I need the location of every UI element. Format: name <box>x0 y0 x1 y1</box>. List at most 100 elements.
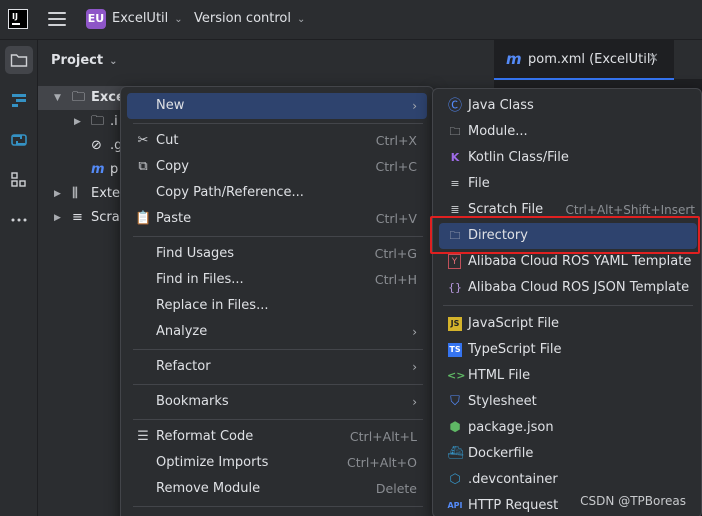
folder-icon: 🗀 <box>449 229 461 242</box>
tree-row-label: .i <box>110 114 118 129</box>
submenu-item-label: HTTP Request <box>468 498 559 513</box>
project-tool-button[interactable] <box>5 46 33 74</box>
ignore-icon: ⊘ <box>91 138 102 153</box>
collapse-triangle-icon[interactable]: ▶ <box>74 110 81 134</box>
intellij-logo-icon: IJ <box>8 9 28 29</box>
folder-icon: 🗀 <box>91 114 105 129</box>
menu-separator <box>133 123 423 124</box>
menu-item-copy[interactable]: ⧉ Copy Ctrl+C <box>127 154 427 180</box>
menu-item-shortcut: Ctrl+C <box>375 159 417 174</box>
submenu-item-label: .devcontainer <box>468 472 558 487</box>
submenu-item-label: Scratch File <box>468 202 544 217</box>
services-tool-button[interactable] <box>5 126 33 154</box>
submenu-item-html[interactable]: <> HTML File <box>439 363 697 389</box>
context-menu: New › ✂ Cut Ctrl+X ⧉ Copy Ctrl+C Copy Pa… <box>120 86 434 516</box>
project-badge[interactable]: EU <box>86 9 106 29</box>
submenu-item-javascript[interactable]: JS JavaScript File <box>439 311 697 337</box>
css-icon: ⛉ <box>450 394 460 409</box>
json-icon: {} <box>448 281 462 294</box>
version-control-menu[interactable]: Version control ⌄ <box>194 11 305 26</box>
menu-item-refactor[interactable]: Refactor › <box>127 354 427 380</box>
java-class-icon: Ⓒ <box>448 98 462 114</box>
menu-item-remove-module[interactable]: Remove Module Delete <box>127 476 427 502</box>
submenu-item-module[interactable]: 🗀 Module... <box>439 119 697 145</box>
plugins-tool-button[interactable] <box>5 166 33 194</box>
menu-item-reformat-code[interactable]: ☰ Reformat Code Ctrl+Alt+L <box>127 424 427 450</box>
menu-item-copy-path[interactable]: Copy Path/Reference... <box>127 180 427 206</box>
collapse-triangle-icon[interactable]: ▶ <box>54 206 61 230</box>
services-icon <box>11 134 27 146</box>
tab-pom-xml[interactable]: m pom.xml (ExcelUtil) ✕ <box>494 40 674 80</box>
menu-item-find-in-files[interactable]: Find in Files... Ctrl+H <box>127 267 427 293</box>
title-bar: IJ EU ExcelUtil ⌄ Version control ⌄ <box>0 0 702 40</box>
chevron-down-icon: ⌄ <box>174 14 183 25</box>
submenu-item-typescript[interactable]: TS TypeScript File <box>439 337 697 363</box>
menu-item-optimize-imports[interactable]: Optimize Imports Ctrl+Alt+O <box>127 450 427 476</box>
chevron-down-icon: ⌄ <box>297 14 306 25</box>
project-switcher[interactable]: ExcelUtil ⌄ <box>112 11 183 26</box>
project-name: ExcelUtil <box>112 11 169 26</box>
submenu-item-ros-yaml[interactable]: Y Alibaba Cloud ROS YAML Template <box>439 249 697 275</box>
menu-separator <box>133 506 423 507</box>
submenu-item-scratch-file[interactable]: ≣ Scratch File Ctrl+Alt+Shift+Insert <box>439 197 697 223</box>
submenu-item-label: Stylesheet <box>468 394 537 409</box>
close-icon[interactable]: ✕ <box>648 51 659 66</box>
tree-row-label: p <box>110 162 119 177</box>
submenu-item-ros-json[interactable]: {} Alibaba Cloud ROS JSON Template <box>439 275 697 301</box>
submenu-item-label: Java Class <box>468 98 534 113</box>
chevron-down-icon: ⌄ <box>109 56 118 67</box>
menu-item-shortcut: Ctrl+V <box>375 211 417 226</box>
menu-separator <box>443 305 693 306</box>
menu-item-analyze[interactable]: Analyze › <box>127 319 427 345</box>
main-menu-icon[interactable] <box>48 12 66 26</box>
submenu-item-file[interactable]: ≡ File <box>439 171 697 197</box>
menu-separator <box>133 384 423 385</box>
submenu-item-label: Directory <box>468 228 528 243</box>
menu-item-label: Reformat Code <box>156 429 254 444</box>
menu-item-label: Find Usages <box>156 246 235 261</box>
html-icon: <> <box>447 369 466 382</box>
project-panel-title[interactable]: Project ⌄ <box>51 53 117 68</box>
new-submenu: Ⓒ Java Class 🗀 Module... K Kotlin Class/… <box>432 88 702 516</box>
submenu-item-label: Kotlin Class/File <box>468 150 569 165</box>
devcontainer-icon: ⬡ <box>449 472 461 487</box>
reformat-icon: ☰ <box>137 429 149 444</box>
menu-item-new[interactable]: New › <box>127 93 427 119</box>
maven-icon: m <box>506 50 522 68</box>
menu-item-cut[interactable]: ✂ Cut Ctrl+X <box>127 128 427 154</box>
menu-item-label: Copy <box>156 159 189 174</box>
clipboard-icon: 📋 <box>135 211 152 226</box>
menu-item-label: Replace in Files... <box>156 298 269 313</box>
folder-icon <box>10 54 28 67</box>
submenu-item-shortcut: Ctrl+Alt+Shift+Insert <box>565 203 695 217</box>
menu-item-bookmarks[interactable]: Bookmarks › <box>127 389 427 415</box>
structure-tool-button[interactable] <box>5 86 33 114</box>
menu-item-label: Remove Module <box>156 481 261 496</box>
menu-item-find-usages[interactable]: Find Usages Ctrl+G <box>127 241 427 267</box>
chevron-right-icon: › <box>412 360 417 374</box>
collapse-triangle-icon[interactable]: ▶ <box>54 182 61 206</box>
submenu-item-dockerfile[interactable]: ⛴ Dockerfile <box>439 441 697 467</box>
submenu-item-label: Alibaba Cloud ROS YAML Template <box>468 254 692 269</box>
menu-item-replace-in-files[interactable]: Replace in Files... <box>127 293 427 319</box>
docker-icon: ⛴ <box>447 446 464 461</box>
menu-item-paste[interactable]: 📋 Paste Ctrl+V <box>127 206 427 232</box>
menu-item-label: Paste <box>156 211 192 226</box>
scratch-file-icon: ≣ <box>450 203 460 216</box>
more-tools-button[interactable] <box>5 206 33 234</box>
submenu-item-stylesheet[interactable]: ⛉ Stylesheet <box>439 389 697 415</box>
submenu-item-devcontainer[interactable]: ⬡ .devcontainer <box>439 467 697 493</box>
menu-item-label: Cut <box>156 133 179 148</box>
menu-item-label: New <box>156 98 185 113</box>
submenu-item-package-json[interactable]: ⬢ package.json <box>439 415 697 441</box>
expand-triangle-icon[interactable]: ▼ <box>54 86 61 110</box>
menu-item-shortcut: Ctrl+Alt+O <box>347 455 417 470</box>
submenu-item-directory[interactable]: 🗀 Directory <box>439 223 697 249</box>
submenu-item-kotlin[interactable]: K Kotlin Class/File <box>439 145 697 171</box>
file-icon: ≡ <box>450 177 460 190</box>
menu-item-label: Optimize Imports <box>156 455 269 470</box>
submenu-item-label: TypeScript File <box>468 342 562 357</box>
nodejs-icon: ⬢ <box>449 420 461 435</box>
kotlin-icon: K <box>450 151 460 164</box>
submenu-item-java-class[interactable]: Ⓒ Java Class <box>439 93 697 119</box>
